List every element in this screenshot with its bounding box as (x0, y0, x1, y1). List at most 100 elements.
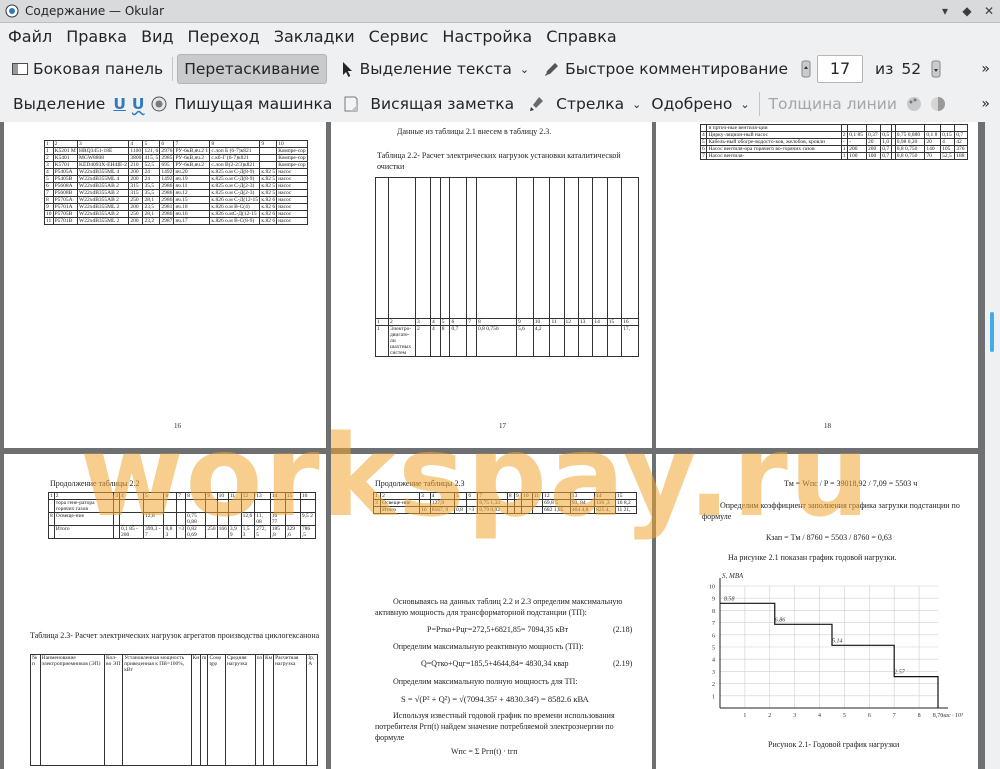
table-cell (466, 325, 477, 357)
chevron-down-icon: ⌄ (632, 97, 642, 111)
scrollbar-handle[interactable] (990, 312, 994, 352)
drag-tool-button[interactable]: Перетаскивание (177, 54, 327, 84)
table-cell: 4 (430, 318, 441, 326)
table-cell: P5405B (52, 175, 79, 183)
approved-stamp-button[interactable]: Одобрено ⌄ (646, 90, 754, 118)
table-cell (415, 177, 431, 319)
table-cell: 250 (128, 210, 144, 218)
next-page-button[interactable] (929, 55, 943, 83)
table-row: 5 Кабель-ный обогре-водосто-ков, желобов,… (699, 138, 968, 146)
page-number-input[interactable]: 17 (817, 55, 863, 83)
table-cell: с.лоп Б (6-7)к821 (209, 147, 261, 155)
table-cell: 0,82 0,69 (185, 525, 207, 539)
toolbar-overflow-icon[interactable]: » (981, 96, 990, 112)
x-tick-label: 3 (793, 713, 796, 719)
minimize-button[interactable]: ▾ (934, 0, 956, 22)
table-cell: 9 (513, 492, 523, 500)
quick-comment-button[interactable]: Быстрое комментирование (538, 55, 793, 83)
table-cell: 1 (44, 147, 54, 155)
table-cell: 3,9 9 (227, 525, 242, 539)
table-cell: РУ-6кВ,яч.2 (173, 154, 211, 162)
document-viewport[interactable]: 1 2 3 4 5 6 7 8 9 10 1 K5201 M HRQ3451-18E… (0, 122, 985, 769)
table-cell: 1 (375, 325, 389, 357)
table-cell: к.826 о.м В-С(8-9) (209, 217, 261, 225)
table-cell (227, 512, 242, 526)
vertical-scrollbar[interactable] (985, 122, 1000, 769)
table-cell: Соsφ tgφ (207, 654, 226, 766)
page-of-label: из (875, 60, 894, 78)
menu-bar: Файл Правка Вид Переход Закладки Сервис … (0, 23, 1000, 51)
table-cell: Км (262, 654, 275, 766)
table-row: 1 2 3 4 5 6 7 8 9 10 11 12 13 14 15 16 (48, 492, 317, 500)
y-tick-label: 5 (712, 646, 715, 652)
squiggly-button[interactable]: U (129, 90, 148, 118)
table-cell: 5 (454, 492, 468, 500)
table-cell: 0,79 0,92 (477, 506, 508, 514)
text-selection-button[interactable]: Выделение текста ⌄ (333, 55, 534, 83)
toolbar-overflow-icon[interactable]: » (981, 61, 990, 77)
table-cell (240, 499, 256, 513)
table-title: Таблица 2.3- Расчет электрических нагруз… (30, 631, 320, 640)
table-cell: m (200, 654, 209, 766)
table-cell: 2 (52, 140, 79, 148)
menu-edit[interactable]: Правка (60, 24, 133, 50)
table-cell: 0,7 (880, 145, 893, 153)
table-header-row: 1 2 3 4 5 6 7 8 9 10 (44, 140, 308, 148)
table-cell: к.82 5 (259, 189, 278, 197)
table-cell: 1100 (128, 147, 144, 155)
table-cell: насос (276, 196, 308, 204)
table-cell: 23,2 (142, 217, 161, 225)
table-cell (563, 325, 579, 357)
table-cell (506, 506, 516, 514)
sidebar-label: Боковая панель (33, 60, 164, 78)
menu-settings[interactable]: Настройка (436, 24, 538, 50)
menu-help[interactable]: Справка (540, 24, 623, 50)
menu-view[interactable]: Вид (135, 24, 179, 50)
main-toolbar: Боковая панель Перетаскивание Выделение … (0, 52, 1000, 86)
previous-page-button[interactable] (799, 55, 813, 83)
previous-page-icon (801, 60, 811, 78)
sidebar-icon (12, 63, 28, 75)
data-label: 2.57 (894, 670, 906, 676)
table-cell: 6 (163, 492, 178, 500)
menu-tools[interactable]: Сервис (363, 24, 435, 50)
menu-bookmarks[interactable]: Закладки (268, 24, 361, 50)
selection-tool-button[interactable]: Выделение (8, 90, 110, 118)
arrow-button[interactable]: Стрелка ⌄ (523, 90, 646, 118)
table-cell: к.825 о.м С-Д(8-9) (209, 168, 261, 176)
x-tick-label: 6 (868, 713, 871, 719)
table-cell: 13 (254, 492, 271, 500)
table-cell: 1,0 (880, 138, 893, 146)
opacity-button[interactable] (926, 90, 950, 118)
typewriter-button[interactable]: Пишущая машинка (170, 90, 338, 118)
table-cell: насос (276, 217, 308, 225)
sidebar-button[interactable]: Боковая панель (6, 55, 168, 83)
table-cell (506, 499, 516, 507)
table-cell: 28,1 (142, 210, 161, 218)
table-cell: 93, 84 (569, 499, 596, 507)
stamp-button[interactable] (148, 90, 170, 118)
table-cell: 10 (532, 318, 551, 326)
y-tick-label: 7 (712, 621, 715, 627)
close-button[interactable]: ✕ (978, 0, 1000, 22)
paragraph: Определим максимальную полную мощность д… (393, 677, 578, 686)
table-cell: P5705B (52, 210, 79, 218)
table-cell: 100 (847, 152, 868, 160)
table-cell: 8 (475, 318, 517, 326)
window-title: Содержание — Okular (25, 4, 165, 18)
table-cell: 2986 (159, 196, 175, 204)
menu-go[interactable]: Переход (182, 24, 266, 50)
table-cell: 200 (128, 217, 144, 225)
y-axis-label: S, МВА (722, 572, 744, 580)
table-cell: Цирку-ляцион-ный насос (706, 131, 842, 139)
underline-button[interactable]: U (110, 90, 129, 118)
color-button[interactable] (902, 90, 926, 118)
table-cell: 16 77 (269, 512, 286, 526)
maximize-button[interactable]: ◆ (956, 0, 978, 22)
table-cell: к.825 о.м С-Д(2-3) (209, 182, 261, 190)
table-cell (299, 499, 317, 513)
line-width-button[interactable]: Толщина линии (764, 90, 902, 118)
hanging-note-button[interactable]: Висящая заметка (337, 90, 519, 118)
menu-file[interactable]: Файл (2, 24, 58, 50)
table-cell: 14 (269, 492, 286, 500)
